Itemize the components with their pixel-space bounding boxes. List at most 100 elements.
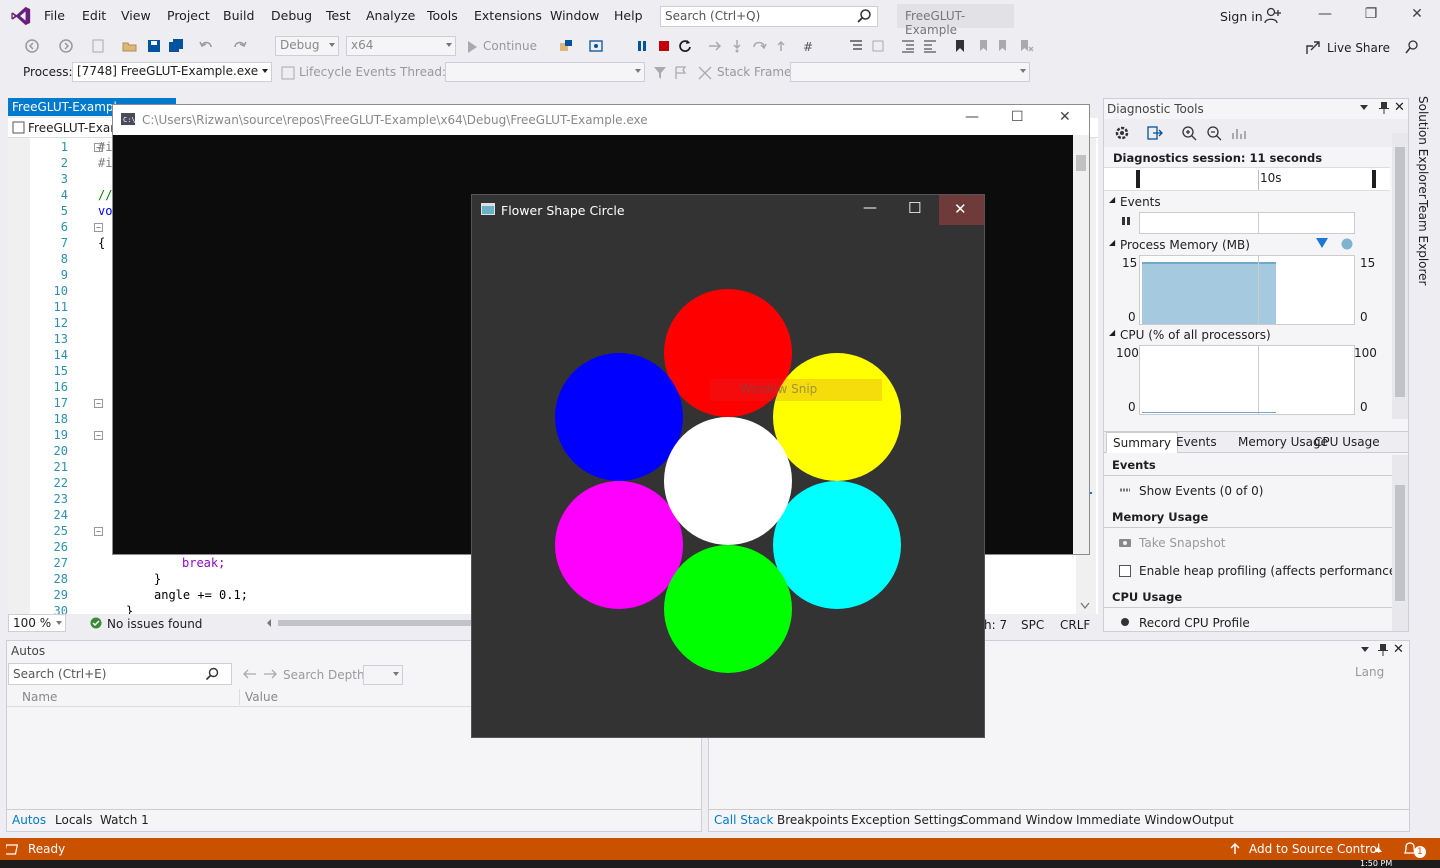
- console-scrollbar[interactable]: [1073, 135, 1089, 554]
- column-language[interactable]: Lang: [1355, 665, 1384, 679]
- issues-status[interactable]: No issues found: [107, 617, 202, 631]
- show-next-statement-icon[interactable]: [707, 38, 723, 54]
- step-into-icon[interactable]: [729, 38, 745, 54]
- hex-display-icon[interactable]: #: [802, 38, 818, 54]
- menu-file[interactable]: File: [44, 8, 65, 23]
- collapse-memory-icon[interactable]: ◢: [1109, 238, 1115, 247]
- menu-debug[interactable]: Debug: [271, 8, 312, 23]
- tab-immediate-window[interactable]: Immediate Window: [1076, 813, 1192, 827]
- menu-analyze[interactable]: Analyze: [366, 8, 415, 23]
- heap-profiling-option[interactable]: Enable heap profiling (affects performan…: [1139, 564, 1401, 578]
- step-over-icon[interactable]: [751, 38, 767, 54]
- take-snapshot-button[interactable]: Take Snapshot: [1139, 536, 1226, 550]
- outdent-icon[interactable]: [922, 38, 938, 54]
- events-section-header[interactable]: Events: [1120, 195, 1161, 209]
- sign-in-link[interactable]: Sign in: [1220, 9, 1263, 24]
- search-forward-arrow-icon[interactable]: [263, 669, 277, 679]
- autos-search-icon[interactable]: [205, 667, 219, 681]
- flower-canvas[interactable]: Window Snip: [472, 225, 984, 737]
- export-icon[interactable]: [1147, 125, 1163, 141]
- menu-edit[interactable]: Edit: [82, 8, 106, 23]
- settings-gear-icon[interactable]: [1114, 125, 1130, 141]
- lifecycle-events-icon[interactable]: [280, 65, 296, 81]
- tab-team-explorer[interactable]: Team Explorer: [1416, 200, 1430, 286]
- scope-dropdown[interactable]: FreeGLUT-Exam: [28, 121, 122, 135]
- menu-tools[interactable]: Tools: [427, 8, 458, 23]
- glut-minimize-button[interactable]: —: [863, 200, 877, 216]
- autos-search-input[interactable]: Search (Ctrl+E): [8, 663, 232, 685]
- console-close-button[interactable]: ✕: [1059, 109, 1071, 125]
- tab-events[interactable]: Events: [1176, 435, 1217, 449]
- menu-help[interactable]: Help: [614, 8, 643, 23]
- console-minimize-button[interactable]: —: [965, 109, 979, 125]
- timeline-end-handle[interactable]: [1372, 170, 1376, 188]
- restart-icon[interactable]: [677, 38, 693, 54]
- new-project-icon[interactable]: [90, 38, 106, 54]
- thread-select[interactable]: [445, 62, 645, 82]
- zoom-in-icon[interactable]: [1181, 125, 1197, 141]
- timeline-ruler[interactable]: 10s: [1104, 167, 1390, 191]
- add-user-icon[interactable]: [1264, 7, 1282, 25]
- process-memory-header[interactable]: Process Memory (MB): [1120, 238, 1250, 252]
- quick-search-input[interactable]: Search (Ctrl+Q): [660, 6, 878, 27]
- source-control-arrow-icon[interactable]: [1374, 846, 1382, 852]
- bookmark-icon[interactable]: [952, 38, 968, 54]
- continue-play-icon[interactable]: [464, 39, 480, 55]
- column-name[interactable]: Name: [22, 690, 57, 704]
- live-share-icon[interactable]: [1305, 40, 1321, 56]
- flag-thread-icon[interactable]: [673, 65, 689, 81]
- panel-close-icon[interactable]: ✕: [1394, 100, 1405, 115]
- menu-test[interactable]: Test: [326, 8, 351, 23]
- menu-extensions[interactable]: Extensions: [474, 8, 542, 23]
- break-all-icon[interactable]: [634, 38, 650, 54]
- stack-icon[interactable]: [870, 38, 886, 54]
- menu-project[interactable]: Project: [167, 8, 210, 23]
- tab-locals[interactable]: Locals: [55, 813, 92, 827]
- platform-select[interactable]: x64: [346, 36, 456, 56]
- fold-toggle[interactable]: −: [94, 527, 103, 536]
- glut-maximize-button[interactable]: ☐: [908, 199, 921, 217]
- timeline-start-handle[interactable]: [1136, 170, 1140, 188]
- tab-breakpoints[interactable]: Breakpoints: [777, 813, 848, 827]
- menu-view[interactable]: View: [121, 8, 151, 23]
- summary-scroll-thumb[interactable]: [1395, 485, 1405, 601]
- prev-bookmark-icon[interactable]: [974, 38, 990, 54]
- process-attach-icon[interactable]: [558, 38, 574, 54]
- console-maximize-button[interactable]: ☐: [1011, 109, 1024, 125]
- minimize-window-button[interactable]: —: [1310, 6, 1340, 26]
- glut-window[interactable]: Flower Shape Circle — ☐ ✕ Window Snip: [471, 194, 985, 738]
- horizontal-scrollbar-thumb[interactable]: [278, 620, 478, 626]
- panel-menu-icon[interactable]: [1360, 105, 1368, 111]
- diagnostic-scrollbar[interactable]: [1392, 133, 1408, 419]
- diagnostic-scroll-thumb[interactable]: [1395, 147, 1405, 397]
- tab-solution-explorer[interactable]: Solution Explorer: [1416, 96, 1430, 199]
- tab-cpu-usage[interactable]: CPU Usage: [1314, 435, 1380, 449]
- forward-nav-icon[interactable]: [58, 38, 74, 54]
- glut-close-button[interactable]: ✕: [939, 195, 984, 225]
- console-scroll-thumb[interactable]: [1076, 155, 1086, 171]
- add-to-source-control-button[interactable]: Add to Source Control: [1249, 842, 1380, 856]
- chart-view-icon[interactable]: [1231, 125, 1247, 141]
- stop-debugging-icon[interactable]: [656, 38, 672, 54]
- menu-window[interactable]: Window: [550, 8, 599, 23]
- tab-call-stack[interactable]: Call Stack: [714, 813, 773, 827]
- collapse-cpu-icon[interactable]: ◢: [1109, 328, 1115, 337]
- undo-icon[interactable]: [198, 38, 214, 54]
- summary-scrollbar[interactable]: [1392, 455, 1408, 631]
- zoom-out-icon[interactable]: [1206, 125, 1222, 141]
- glut-title-bar[interactable]: Flower Shape Circle — ☐ ✕: [472, 195, 984, 225]
- menu-build[interactable]: Build: [223, 8, 254, 23]
- continue-button[interactable]: Continue: [483, 39, 537, 53]
- thread-icon[interactable]: [848, 38, 864, 54]
- feedback-icon[interactable]: [1404, 39, 1420, 55]
- scroll-down-arrow-icon[interactable]: [1080, 602, 1090, 610]
- indent-icon[interactable]: [900, 38, 916, 54]
- tab-summary[interactable]: Summary: [1106, 432, 1178, 453]
- stack-frame-icon[interactable]: [697, 65, 713, 81]
- save-icon[interactable]: [146, 38, 162, 54]
- checkbox-icon[interactable]: [1119, 565, 1131, 577]
- step-out-icon[interactable]: [773, 38, 789, 54]
- callstack-pin-icon[interactable]: [1377, 643, 1389, 657]
- tab-watch-1[interactable]: Watch 1: [100, 813, 149, 827]
- next-bookmark-icon[interactable]: [996, 38, 1012, 54]
